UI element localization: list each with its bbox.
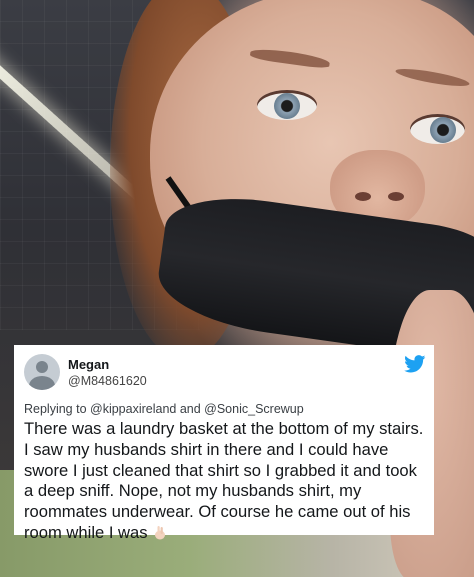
tweet-text-body: There was a laundry basket at the bottom…	[24, 419, 424, 542]
tweet-card[interactable]: Megan @M84861620 Replying to @kippaxirel…	[14, 345, 434, 542]
twitter-bird-icon[interactable]	[404, 355, 426, 373]
tweet-text: There was a laundry basket at the bottom…	[24, 419, 429, 544]
reply-to-line[interactable]: Replying to @kippaxireland and @Sonic_Sc…	[24, 402, 304, 416]
right-eye	[410, 114, 465, 144]
left-eye	[257, 90, 317, 120]
default-avatar-icon[interactable]	[24, 354, 60, 390]
tweet-handle[interactable]: @M84861620	[68, 374, 147, 388]
pinching-hand-emoji	[155, 525, 166, 540]
tweet-display-name[interactable]: Megan	[68, 357, 109, 372]
